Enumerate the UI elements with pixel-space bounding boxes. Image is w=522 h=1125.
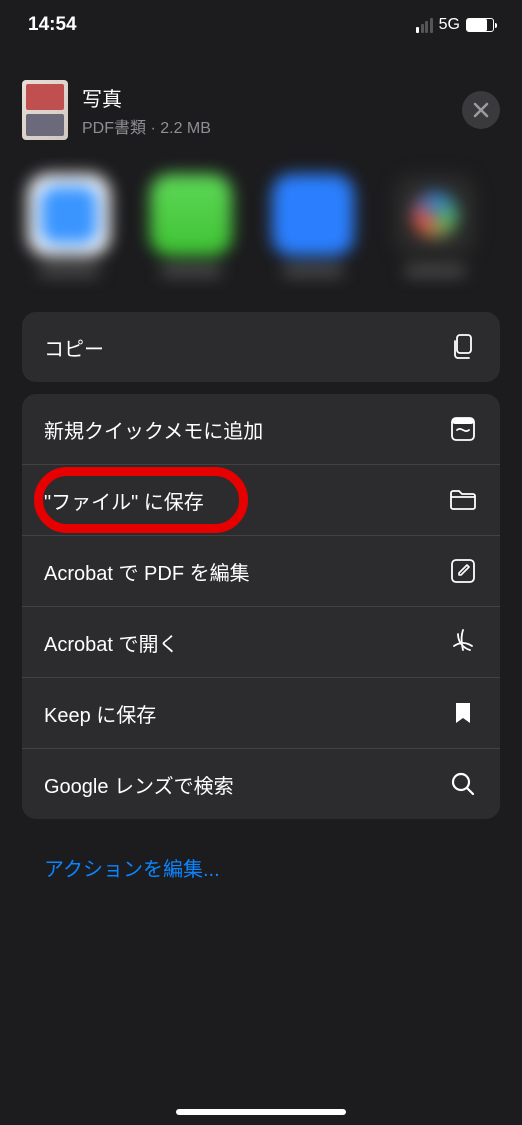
app-mail[interactable] (272, 174, 354, 256)
signal-icon (416, 18, 433, 33)
app-photos[interactable] (394, 174, 476, 256)
action-label: Acrobat で開く (44, 628, 178, 657)
document-thumbnail (22, 80, 68, 140)
action-save-to-files[interactable]: "ファイル" に保存 (22, 464, 500, 535)
edit-icon (448, 556, 478, 586)
action-label: 新規クイックメモに追加 (44, 415, 263, 444)
copy-icon (448, 332, 478, 362)
edit-actions-link[interactable]: アクションを編集... (22, 831, 242, 904)
app-airdrop[interactable] (28, 174, 110, 256)
network-label: 5G (439, 16, 460, 34)
action-quicknote[interactable]: 新規クイックメモに追加 (22, 394, 500, 464)
home-indicator[interactable] (176, 1109, 346, 1115)
search-icon (448, 769, 478, 799)
acrobat-icon (448, 627, 478, 657)
quicknote-icon (448, 414, 478, 444)
status-indicators: 5G (416, 16, 494, 34)
document-subtitle: PDF書類 · 2.2 MB (82, 114, 448, 138)
action-label: コピー (44, 333, 104, 362)
action-google-lens[interactable]: Google レンズで検索 (22, 748, 500, 819)
close-icon (473, 102, 489, 118)
action-label: "ファイル" に保存 (44, 486, 204, 515)
action-label: Keep に保存 (44, 699, 156, 728)
action-copy[interactable]: コピー (22, 312, 500, 382)
document-title: 写真 (82, 83, 448, 112)
bookmark-icon (448, 698, 478, 728)
action-label: Google レンズで検索 (44, 770, 234, 799)
action-keep-save[interactable]: Keep に保存 (22, 677, 500, 748)
share-apps-row[interactable] (0, 160, 522, 312)
close-button[interactable] (462, 91, 500, 129)
action-label: Acrobat で PDF を編集 (44, 557, 250, 586)
status-bar: 14:54 5G (0, 0, 522, 50)
folder-icon (448, 485, 478, 515)
status-time: 14:54 (28, 14, 77, 36)
battery-icon (466, 18, 494, 32)
action-acrobat-edit[interactable]: Acrobat で PDF を編集 (22, 535, 500, 606)
action-acrobat-open[interactable]: Acrobat で開く (22, 606, 500, 677)
share-header: 写真 PDF書類 · 2.2 MB (0, 50, 522, 160)
app-messages[interactable] (150, 174, 232, 256)
